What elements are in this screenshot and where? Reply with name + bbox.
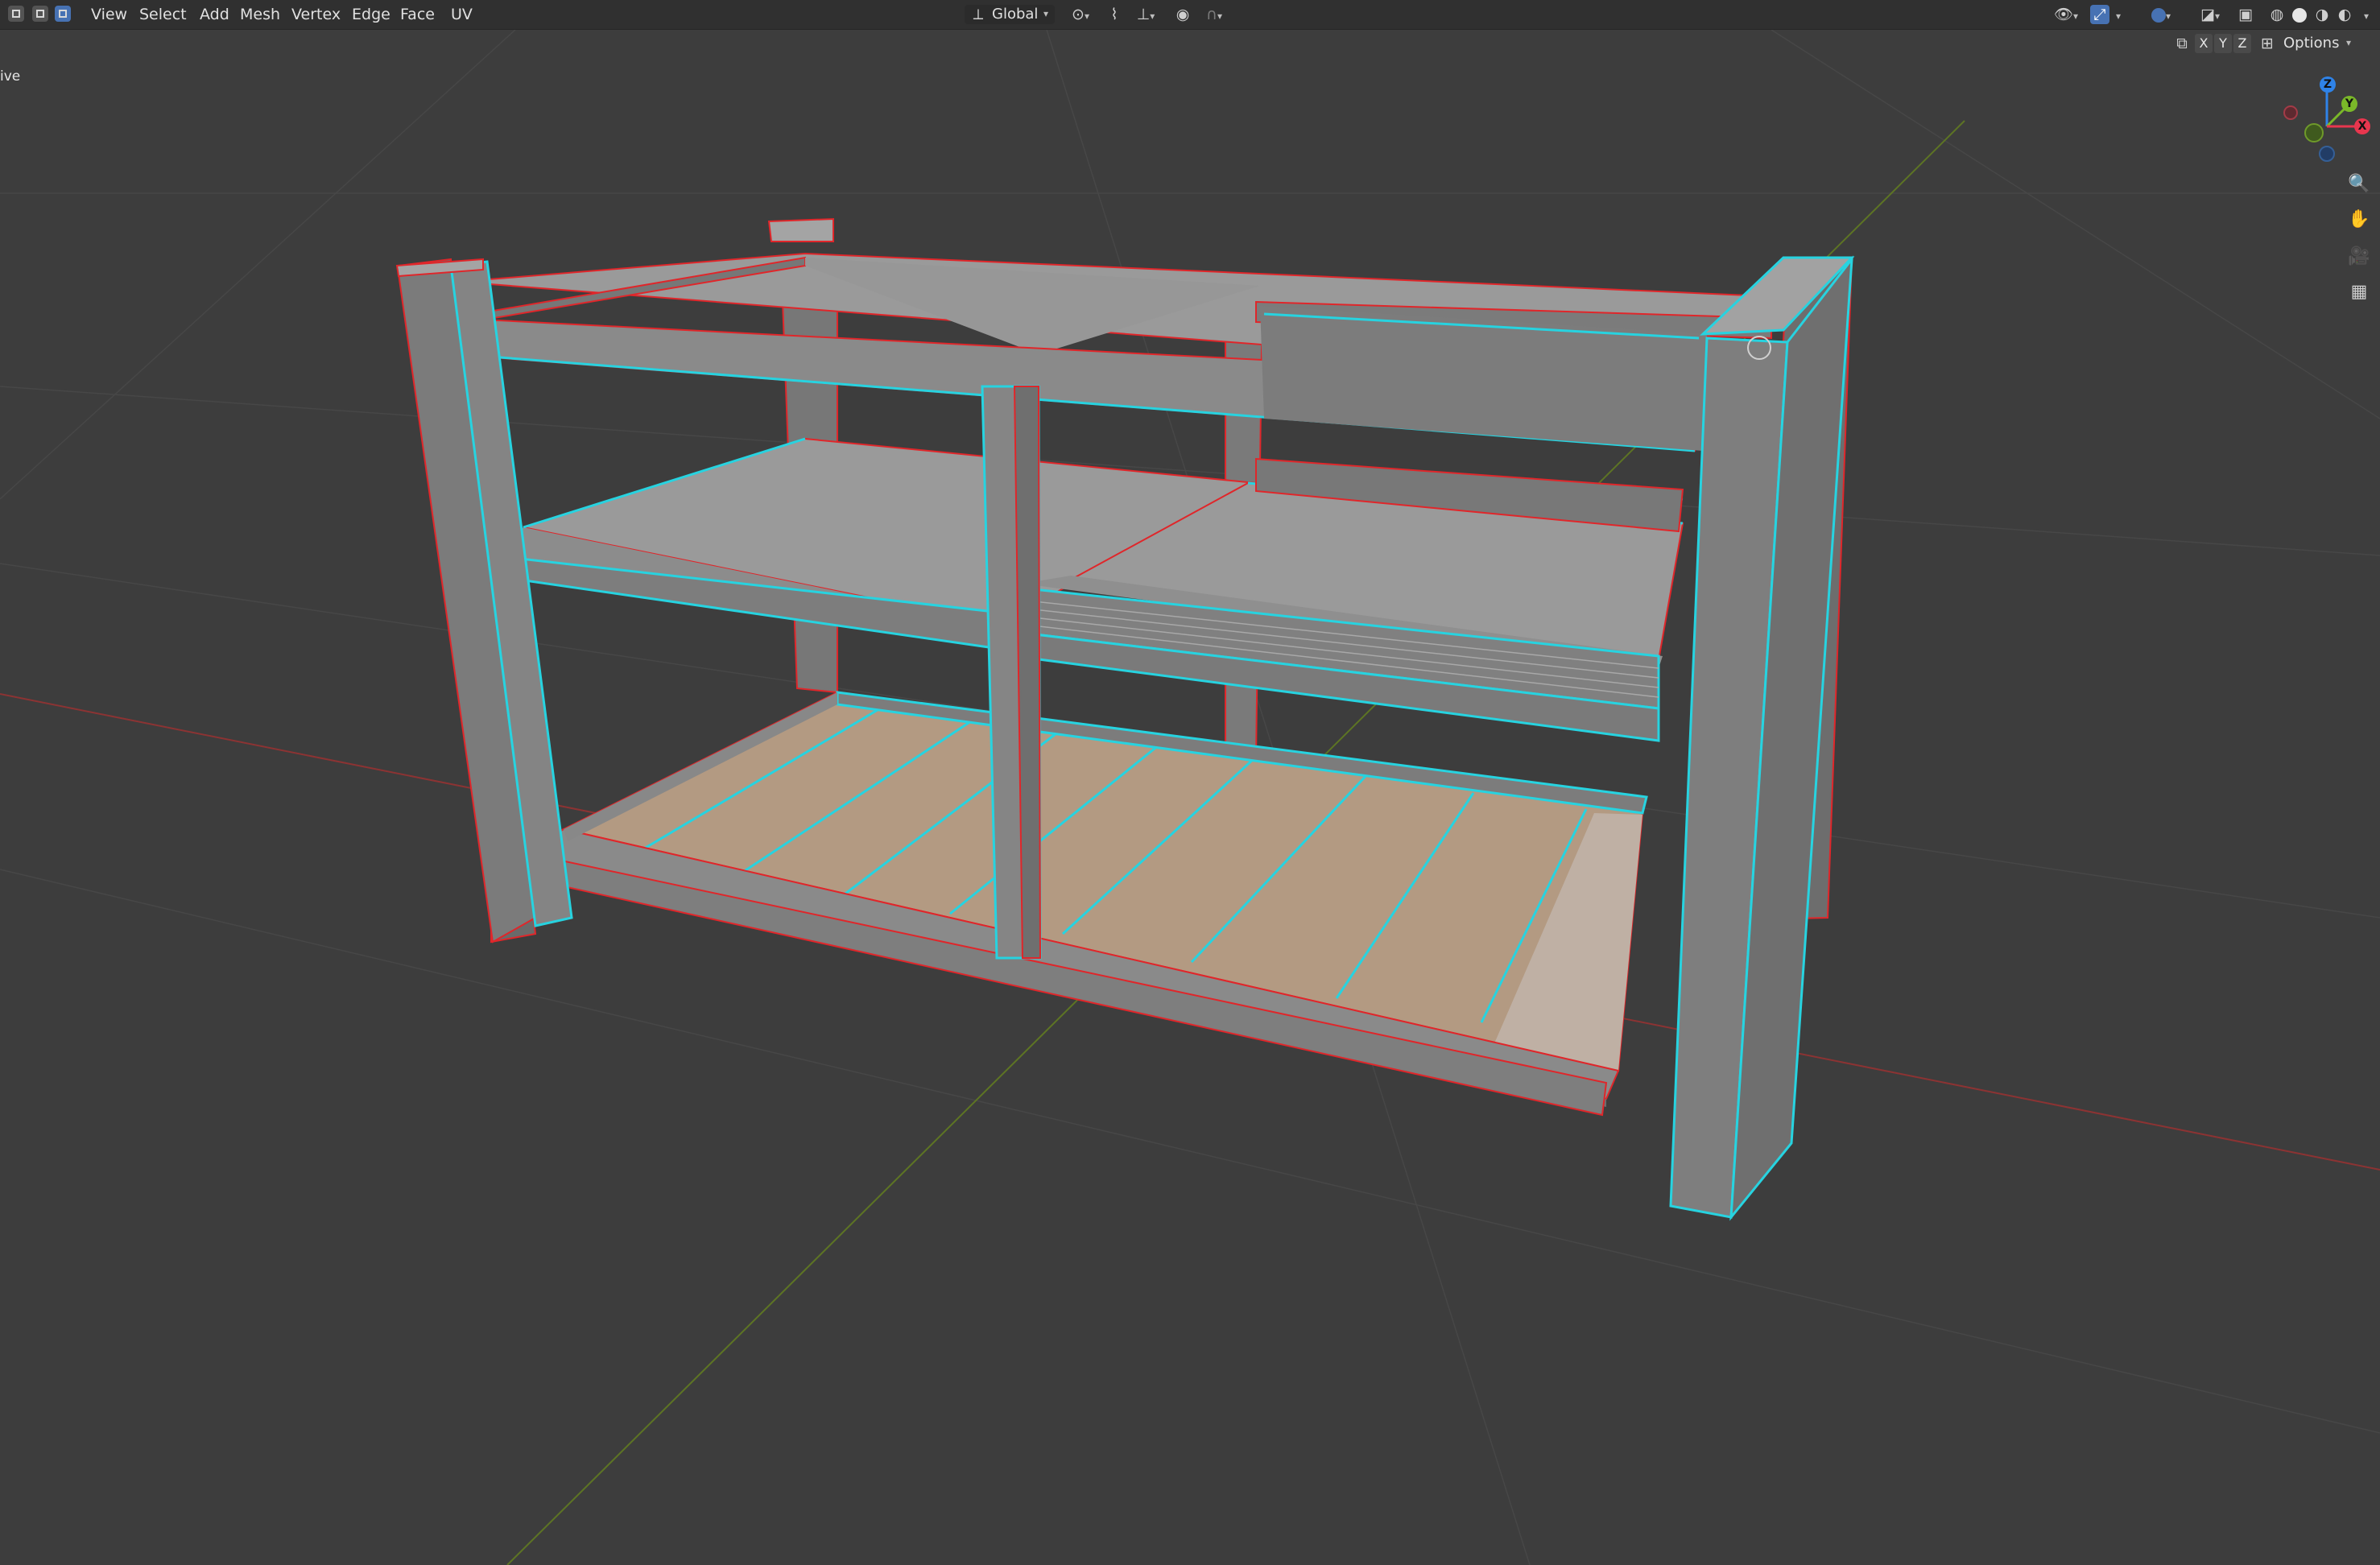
- edge-select-mode-button[interactable]: [32, 6, 48, 22]
- mesh-edit-overlays-dropdown[interactable]: ◪▾: [2193, 5, 2227, 24]
- pivot-point-dropdown[interactable]: ⊙▾: [1064, 5, 1097, 24]
- zoom-icon[interactable]: 🔍: [2343, 168, 2375, 200]
- menu-add[interactable]: Add: [200, 0, 229, 29]
- chevron-down-icon: ▾: [2363, 10, 2370, 22]
- edge-mode-icon: [36, 10, 44, 18]
- orientation-icon: ⟂: [973, 6, 984, 23]
- mode-label: ive: [0, 68, 21, 85]
- chevron-down-icon: ▾: [2165, 10, 2171, 22]
- snap-target-dropdown[interactable]: ⊥▾: [1127, 5, 1164, 24]
- menu-edge[interactable]: Edge: [352, 0, 390, 29]
- uv-sync-icon[interactable]: ⊞: [2256, 34, 2279, 53]
- chevron-down-icon: ▾: [2073, 10, 2079, 22]
- gizmo-toggle-icon[interactable]: ⤢: [2090, 5, 2109, 24]
- rendered-shading-icon[interactable]: ◐: [2333, 5, 2356, 24]
- menu-uv[interactable]: UV: [451, 0, 473, 29]
- viewport-header: View Select Add Mesh Vertex Edge Face UV…: [0, 0, 2380, 30]
- solid-shading-icon[interactable]: [2288, 5, 2311, 24]
- mirror-options-icon[interactable]: ⧉: [2171, 34, 2193, 53]
- menu-face[interactable]: Face: [400, 0, 435, 29]
- gizmo-x-axis[interactable]: X: [2354, 118, 2370, 134]
- gizmo-neg-z-axis[interactable]: [2319, 146, 2335, 162]
- falloff-dropdown[interactable]: ∩▾: [1198, 5, 1230, 24]
- menu-mesh[interactable]: Mesh: [240, 0, 280, 29]
- wireframe-shading-icon[interactable]: ◍: [2266, 5, 2288, 24]
- camera-view-icon[interactable]: 🎥: [2343, 241, 2375, 273]
- face-mode-icon: [59, 10, 67, 18]
- chevron-down-icon: ▾: [2115, 10, 2122, 22]
- navigation-gizmo[interactable]: Z Y X: [2275, 73, 2380, 170]
- mirror-z-button[interactable]: Z: [2233, 34, 2251, 53]
- mirror-x-button[interactable]: X: [2195, 34, 2213, 53]
- shelf-mesh: [395, 217, 1855, 1221]
- options-dropdown[interactable]: Options: [2283, 29, 2339, 58]
- gizmo-dropdown[interactable]: ▾: [2111, 5, 2126, 24]
- visibility-dropdown[interactable]: 👁▾: [2050, 5, 2082, 24]
- menu-view[interactable]: View: [91, 0, 127, 29]
- pan-hand-icon[interactable]: ✋: [2343, 204, 2375, 236]
- 3d-viewport[interactable]: ive ⧉ X Y Z ⊞ Options ▾ Z Y X 🔍 ✋ 🎥 ▦: [0, 30, 2380, 1565]
- vertex-select-mode-button[interactable]: [8, 6, 24, 22]
- gizmo-neg-y-axis[interactable]: [2304, 123, 2324, 142]
- viewport-subheader: ⧉ X Y Z ⊞ Options ▾: [2171, 32, 2380, 56]
- mirror-y-button[interactable]: Y: [2214, 34, 2232, 53]
- xray-toggle-icon[interactable]: ▣: [2235, 5, 2256, 24]
- scene-canvas: [0, 30, 2380, 1565]
- perspective-toggle-icon[interactable]: ▦: [2343, 276, 2375, 308]
- face-select-mode-button[interactable]: [55, 6, 71, 22]
- menu-vertex[interactable]: Vertex: [291, 0, 341, 29]
- shading-dropdown[interactable]: ▾: [2357, 5, 2375, 24]
- gizmo-y-axis[interactable]: Y: [2341, 96, 2357, 112]
- gizmo-neg-x-axis[interactable]: [2283, 105, 2298, 120]
- chevron-down-icon: ▾: [1150, 10, 1155, 22]
- menu-select[interactable]: Select: [139, 0, 187, 29]
- overlays-dropdown[interactable]: ▾: [2145, 5, 2177, 24]
- chevron-down-icon: ▾: [1043, 8, 1049, 19]
- chevron-down-icon: ▾: [2346, 37, 2352, 48]
- gizmo-z-axis[interactable]: Z: [2320, 76, 2336, 93]
- vertex-mode-icon: [12, 10, 20, 18]
- chevron-down-icon: ▾: [2214, 10, 2220, 22]
- snap-toggle-icon[interactable]: ⌇: [1103, 5, 1126, 24]
- transform-orientation-label: Global: [992, 6, 1039, 23]
- proportional-edit-icon[interactable]: ◉: [1172, 5, 1193, 24]
- transform-orientation-dropdown[interactable]: ⟂ Global ▾: [965, 5, 1055, 24]
- chevron-down-icon: ▾: [1084, 10, 1089, 22]
- chevron-down-icon: ▾: [1217, 10, 1222, 22]
- material-shading-icon[interactable]: ◑: [2311, 5, 2333, 24]
